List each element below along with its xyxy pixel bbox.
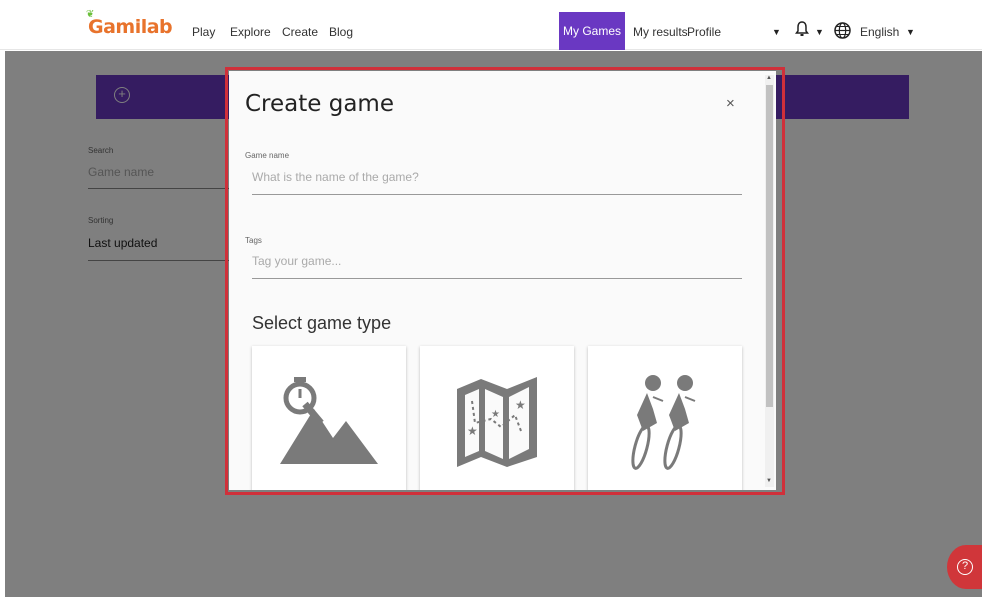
top-navigation: ❦ Gamilab Play Explore Create Blog My Gam… (0, 0, 982, 50)
game-name-label: Game name (245, 151, 290, 160)
nav-my-results[interactable]: My results (633, 25, 688, 39)
modal-scrollbar-thumb[interactable] (766, 85, 773, 407)
tags-input[interactable]: Tag your game... (252, 254, 341, 268)
globe-icon[interactable] (834, 22, 851, 39)
nav-blog[interactable]: Blog (329, 25, 353, 39)
scroll-up-icon[interactable]: ▲ (766, 75, 772, 81)
game-name-underline (252, 194, 742, 195)
svg-text:★: ★ (515, 398, 526, 412)
bell-icon[interactable] (795, 21, 809, 37)
create-game-dialog: Create game × Game name What is the name… (229, 71, 776, 490)
profile-caret-icon[interactable]: ▼ (772, 27, 781, 37)
nav-play[interactable]: Play (192, 25, 215, 39)
svg-text:★: ★ (491, 409, 500, 420)
language-caret-icon[interactable]: ▼ (906, 27, 915, 37)
nav-my-games[interactable]: My Games (559, 12, 625, 50)
treasure-map-icon: ★ ★ ★ (457, 377, 537, 467)
game-name-input[interactable]: What is the name of the game? (252, 170, 419, 184)
game-type-card-map[interactable]: ★ ★ ★ (420, 346, 574, 490)
select-game-type-heading: Select game type (252, 313, 392, 333)
svg-text:★: ★ (467, 424, 478, 438)
tags-label: Tags (245, 236, 262, 245)
nav-explore[interactable]: Explore (230, 25, 271, 39)
language-selector[interactable]: English (860, 25, 899, 39)
scroll-down-icon[interactable]: ▼ (766, 478, 772, 484)
game-type-card-race[interactable] (588, 346, 742, 490)
nav-profile[interactable]: Profile (687, 25, 721, 39)
cyclists-icon (631, 375, 696, 470)
modal-title: Create game (245, 91, 394, 117)
close-icon[interactable]: × (726, 95, 735, 112)
nav-my-games-label: My Games (562, 24, 621, 38)
gamilab-logo[interactable]: ❦ Gamilab (86, 9, 173, 38)
game-type-card-photo[interactable] (252, 346, 406, 490)
help-button[interactable]: ? (947, 545, 982, 589)
tags-underline (252, 278, 742, 279)
nav-create[interactable]: Create (282, 25, 318, 39)
help-icon: ? (957, 559, 973, 575)
timer-mountain-icon (280, 377, 378, 464)
notifications-caret-icon[interactable]: ▼ (815, 27, 824, 37)
